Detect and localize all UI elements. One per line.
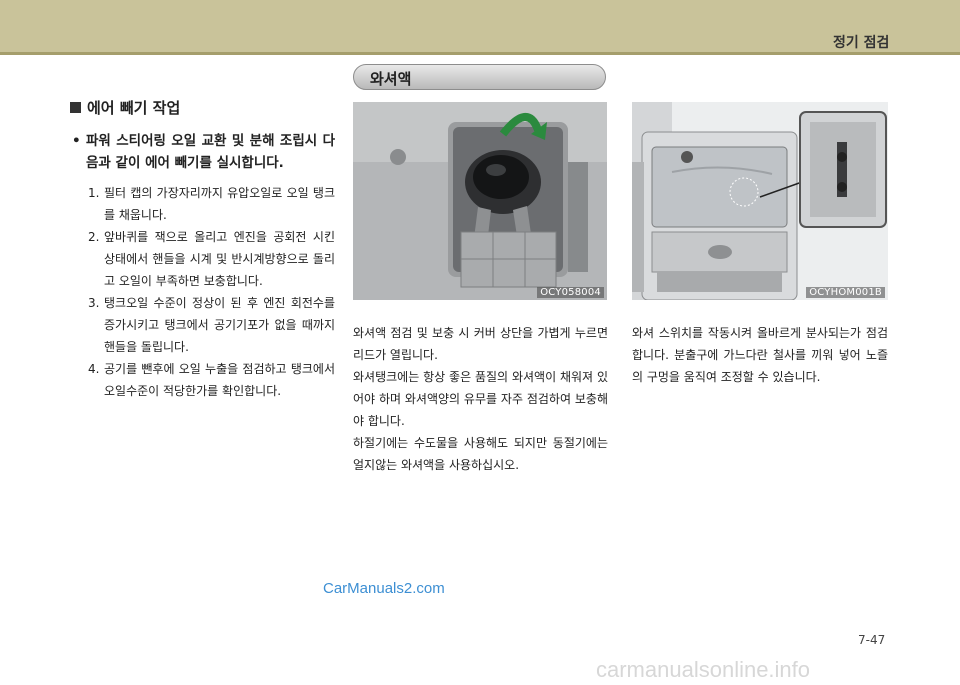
washer-section-pill: 와셔액 [353, 64, 606, 90]
air-bleeding-intro: • 파워 스티어링 오일 교환 및 분해 조립시 다음과 같이 에어 빼기를 실… [70, 130, 335, 174]
washer-tank-photo: OCY058004 [353, 102, 607, 300]
air-bleeding-steps: 1. 필터 캡의 가장자리까지 유압오일로 오일 탱크를 채웁니다. 2. 앞바… [70, 182, 335, 402]
step-item: 4. 공기를 뺀후에 오일 누출을 점검하고 탱크에서 오일수준이 적당한가를 … [70, 358, 335, 402]
step-item: 2. 앞바퀴를 잭으로 올리고 엔진을 공회전 시킨 상태에서 핸들을 시계 및… [70, 226, 335, 292]
washer-tank-illustration [353, 102, 607, 300]
washer-section-title: 와셔액 [370, 70, 412, 88]
section-title: 정기 점검 [833, 35, 890, 51]
header-band [0, 0, 960, 52]
bullet-dot-icon: • [72, 133, 81, 149]
air-bleeding-heading: 에어 빼기 작업 [70, 97, 335, 118]
air-bleeding-heading-text: 에어 빼기 작업 [87, 99, 181, 117]
air-bleeding-section: 에어 빼기 작업 • 파워 스티어링 오일 교환 및 분해 조립시 다음과 같이… [70, 97, 335, 402]
step-number: 3. [88, 296, 100, 310]
step-item: 3. 탱크오일 수준이 정상이 된 후 엔진 회전수를 증가시키고 탱크에서 공… [70, 292, 335, 358]
air-bleeding-intro-text: 파워 스티어링 오일 교환 및 분해 조립시 다음과 같이 에어 빼기를 실시합… [86, 133, 335, 171]
paragraph: 하절기에는 수도물을 사용해도 되지만 동절기에는 얼지않는 와셔액을 사용하십… [353, 436, 608, 472]
watermark-carmanualsonline: carmanualsonline.info [596, 657, 811, 682]
step-item: 1. 필터 캡의 가장자리까지 유압오일로 오일 탱크를 채웁니다. [70, 182, 335, 226]
watermark-carmanuals2: CarManuals2.com [323, 580, 445, 597]
step-number: 4. [88, 362, 100, 376]
photo-code-label: OCY058004 [537, 287, 604, 298]
step-number: 1. [88, 186, 100, 200]
step-text: 앞바퀴를 잭으로 올리고 엔진을 공회전 시킨 상태에서 핸들을 시계 및 반시… [104, 230, 335, 288]
bus-front-illustration [632, 102, 888, 300]
washer-switch-text: 와셔 스위치를 작동시켜 올바르게 분사되는가 점검합니다. 분출구에 가느다란… [632, 322, 888, 388]
paragraph: 와셔 스위치를 작동시켜 올바르게 분사되는가 점검합니다. 분출구에 가느다란… [632, 326, 888, 384]
paragraph: 와셔액 점검 및 보충 시 커버 상단을 가볍게 누르면 리드가 열립니다. [353, 326, 608, 362]
page-number: 7-47 [858, 633, 886, 647]
washer-check-text: 와셔액 점검 및 보충 시 커버 상단을 가볍게 누르면 리드가 열립니다. 와… [353, 322, 608, 476]
photo-code-label: OCYHOM001B [806, 287, 885, 298]
step-text: 공기를 뺀후에 오일 누출을 점검하고 탱크에서 오일수준이 적당한가를 확인합… [104, 362, 335, 398]
header-divider [0, 52, 960, 55]
square-bullet-icon [70, 102, 81, 113]
step-text: 탱크오일 수준이 정상이 된 후 엔진 회전수를 증가시키고 탱크에서 공기기포… [104, 296, 335, 354]
step-number: 2. [88, 230, 100, 244]
step-text: 필터 캡의 가장자리까지 유압오일로 오일 탱크를 채웁니다. [104, 186, 335, 222]
bus-washer-photo: OCYHOM001B [632, 102, 888, 300]
paragraph: 와셔탱크에는 항상 좋은 품질의 와셔액이 채워져 있어야 하며 와셔액양의 유… [353, 370, 608, 428]
